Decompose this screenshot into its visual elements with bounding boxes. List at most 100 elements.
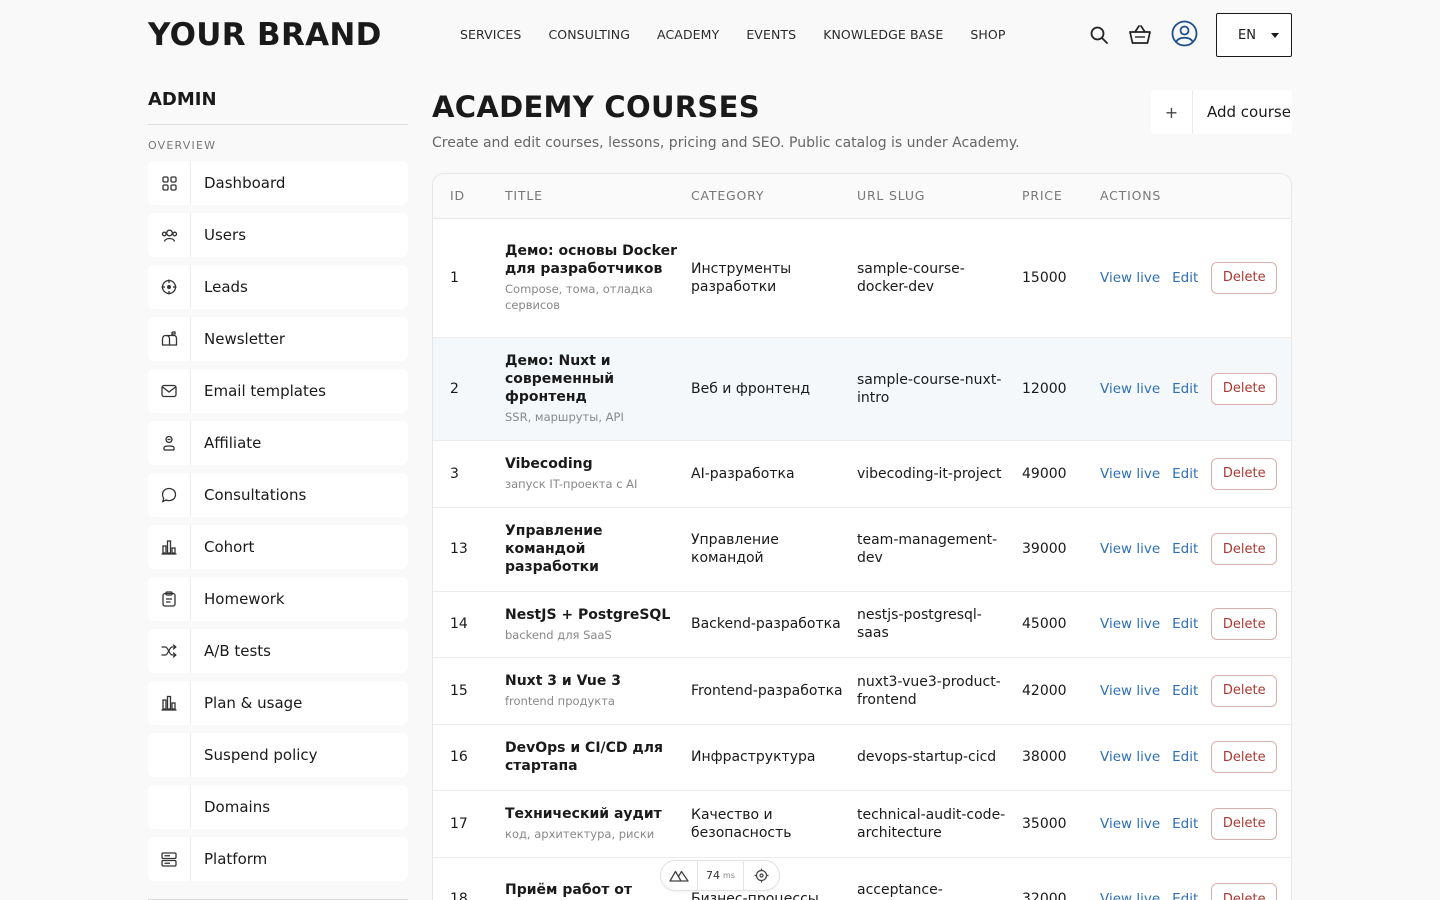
cell-actions: View live Edit Delete (1100, 591, 1291, 658)
edit-link[interactable]: Edit (1172, 541, 1198, 557)
course-title: Приём работ от фрилансеров и (505, 882, 632, 898)
nav-services[interactable]: SERVICES (460, 26, 521, 44)
course-subtitle: backend для SaaS (505, 627, 612, 642)
sidebar-item-domains[interactable]: Domains (148, 785, 408, 829)
cell-slug: sample-course-nuxt-intro (857, 337, 1022, 441)
view-live-link[interactable]: View live (1100, 381, 1160, 397)
language-select[interactable]: EN (1216, 13, 1292, 57)
nav-knowledge-base[interactable]: KNOWLEDGE BASE (823, 26, 943, 44)
cell-price: 49000 (1022, 440, 1100, 508)
cell-title: Технический аудит код, архитектура, риск… (505, 790, 691, 858)
edit-link[interactable]: Edit (1172, 816, 1198, 832)
cell-actions: View live Edit Delete (1100, 790, 1291, 858)
nav-academy[interactable]: ACADEMY (657, 26, 719, 44)
delete-button[interactable]: Delete (1211, 807, 1278, 840)
cell-actions: View live Edit Delete (1100, 857, 1291, 900)
sidebar-item-ab-tests[interactable]: A/B tests (148, 629, 408, 673)
cell-title: Демо: Nuxt и современный фронтенд SSR, м… (505, 337, 691, 441)
view-live-link[interactable]: View live (1100, 816, 1160, 832)
render-time[interactable]: 74 ms (698, 860, 742, 891)
edit-link[interactable]: Edit (1172, 683, 1198, 699)
delete-button[interactable]: Delete (1211, 883, 1278, 900)
edit-link[interactable]: Edit (1172, 466, 1198, 482)
sidebar-item-consultations[interactable]: Consultations (148, 473, 408, 517)
sidebar-item-leads[interactable]: Leads (148, 265, 408, 309)
language-value: EN (1238, 27, 1256, 43)
column-header-url-slug[interactable]: URL SLUG (857, 174, 1022, 219)
delete-button[interactable]: Delete (1211, 457, 1278, 490)
edit-link[interactable]: Edit (1172, 270, 1198, 286)
sidebar-item-plan-usage[interactable]: Plan & usage (148, 681, 408, 725)
column-header-id[interactable]: ID (433, 174, 505, 219)
delete-button[interactable]: Delete (1211, 261, 1278, 294)
sidebar-item-platform[interactable]: Platform (148, 837, 408, 881)
edit-link[interactable]: Edit (1172, 891, 1198, 900)
sidebar-item-dashboard[interactable]: Dashboard (148, 161, 408, 205)
cell-id: 14 (433, 591, 505, 658)
brand-logo[interactable]: YOUR BRAND (148, 14, 382, 56)
delete-button[interactable]: Delete (1211, 533, 1278, 565)
sidebar-item-users[interactable]: Users (148, 213, 408, 257)
sidebar-item-newsletter[interactable]: Newsletter (148, 317, 408, 361)
crosshair-icon[interactable] (744, 860, 779, 891)
section-label-overview: OVERVIEW (148, 139, 217, 152)
add-course-button[interactable]: + Add course (1151, 90, 1292, 134)
cell-category: Инфраструктура (691, 724, 857, 791)
sidebar-item-label: Leads (204, 278, 248, 296)
view-live-link[interactable]: View live (1100, 541, 1160, 557)
cell-title: Управление командой разработки (505, 507, 691, 592)
delete-button[interactable]: Delete (1211, 674, 1278, 707)
cart-icon[interactable] (1128, 23, 1152, 47)
cell-actions: View live Edit Delete (1100, 218, 1291, 338)
clipboard-icon (148, 577, 191, 621)
sidebar-item-affiliate[interactable]: Affiliate (148, 421, 408, 465)
cell-title: DevOps и CI/CD для стартапа (505, 724, 691, 791)
view-live-link[interactable]: View live (1100, 749, 1160, 765)
cell-price: 12000 (1022, 337, 1100, 441)
view-live-link[interactable]: View live (1100, 891, 1160, 900)
view-live-link[interactable]: View live (1100, 466, 1160, 482)
cell-price: 32000 (1022, 857, 1100, 900)
cell-price: 39000 (1022, 507, 1100, 592)
cell-id: 13 (433, 507, 505, 592)
view-live-link[interactable]: View live (1100, 270, 1160, 286)
nav-events[interactable]: EVENTS (746, 26, 796, 44)
column-header-price[interactable]: PRICE (1022, 174, 1100, 219)
render-time-value: 74 (706, 869, 721, 882)
admin-title: ADMIN (148, 89, 217, 110)
column-header-category[interactable]: CATEGORY (691, 174, 857, 219)
sidebar-item-email-templates[interactable]: Email templates (148, 369, 408, 413)
search-icon[interactable] (1088, 24, 1110, 46)
table-row: 18 Приём работ от фрилансеров и Бизнес-п… (433, 857, 1291, 900)
sidebar-item-homework[interactable]: Homework (148, 577, 408, 621)
account-icon[interactable] (1170, 19, 1198, 47)
cell-price: 45000 (1022, 591, 1100, 658)
cell-id: 17 (433, 790, 505, 858)
cell-category: Backend-разработка (691, 591, 857, 658)
course-title: Управление командой разработки (505, 523, 603, 575)
add-course-label: Add course (1207, 103, 1291, 121)
cell-actions: View live Edit Delete (1100, 337, 1291, 441)
view-live-link[interactable]: View live (1100, 616, 1160, 632)
nav-consulting[interactable]: CONSULTING (548, 26, 630, 44)
page: YOUR BRAND SERVICES CONSULTING ACADEMY E… (0, 0, 1440, 900)
shuffle-icon (148, 629, 191, 673)
view-live-link[interactable]: View live (1100, 683, 1160, 699)
cell-category: AI-разработка (691, 440, 857, 508)
table-row: 15 Nuxt 3 и Vue 3 frontend продукта Fron… (433, 657, 1291, 725)
table-row: 1 Демо: основы Docker для разработчиков … (433, 218, 1291, 338)
delete-button[interactable]: Delete (1211, 741, 1278, 773)
edit-link[interactable]: Edit (1172, 749, 1198, 765)
delete-button[interactable]: Delete (1211, 372, 1278, 405)
nuxt-logo-icon[interactable] (661, 860, 697, 891)
column-header-title[interactable]: TITLE (505, 174, 691, 219)
edit-link[interactable]: Edit (1172, 616, 1198, 632)
nav-shop[interactable]: SHOP (970, 26, 1005, 44)
sidebar-item-suspend-policy[interactable]: Suspend policy (148, 733, 408, 777)
sidebar-item-cohort[interactable]: Cohort (148, 525, 408, 569)
cell-title: NestJS + PostgreSQL backend для SaaS (505, 591, 691, 658)
sidebar-item-label: Affiliate (204, 434, 262, 452)
grid-icon (148, 161, 191, 205)
delete-button[interactable]: Delete (1211, 608, 1278, 640)
edit-link[interactable]: Edit (1172, 381, 1198, 397)
